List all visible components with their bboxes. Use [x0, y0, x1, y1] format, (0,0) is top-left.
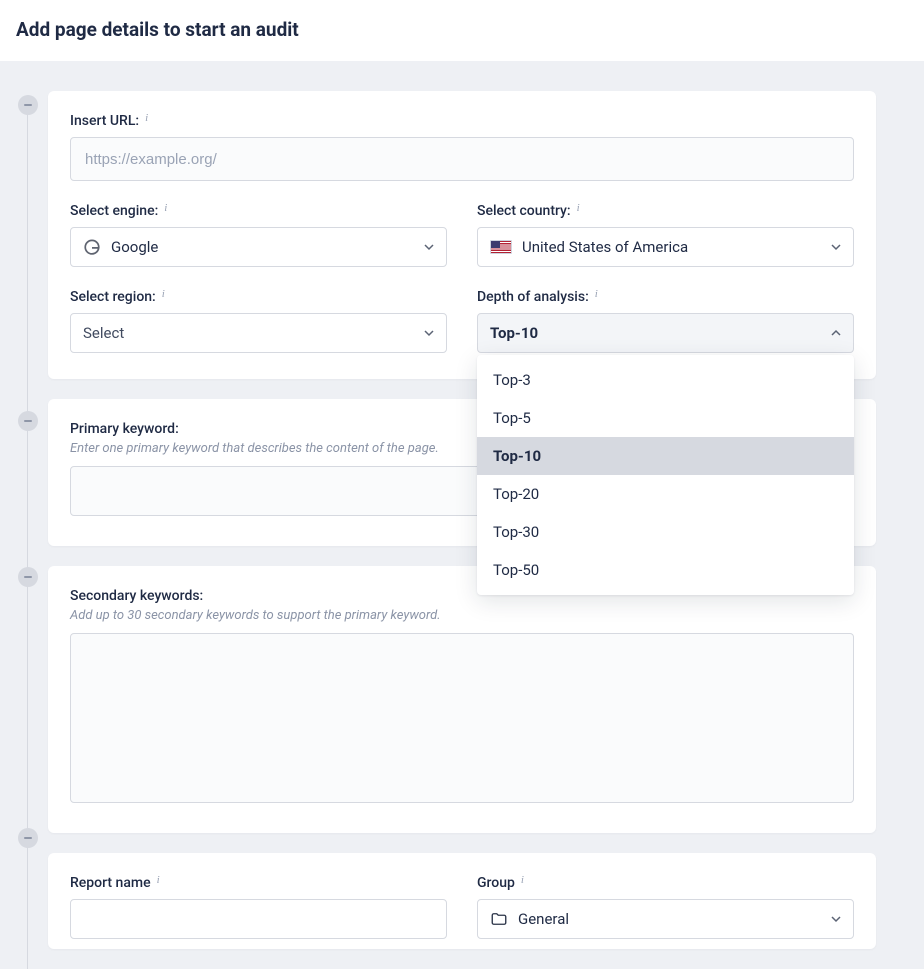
step-dot-2	[18, 411, 38, 431]
report-name-label: Report name i	[70, 875, 447, 891]
info-icon[interactable]: i	[145, 112, 148, 124]
depth-dropdown: Top-3Top-5Top-10Top-20Top-30Top-50	[477, 355, 854, 595]
page-title: Add page details to start an audit	[16, 18, 908, 41]
group-select[interactable]: General	[477, 899, 854, 939]
url-label-text: Insert URL:	[70, 113, 139, 129]
secondary-keywords-caption: Add up to 30 secondary keywords to suppo…	[70, 608, 854, 623]
step-dot-3	[18, 567, 38, 587]
chevron-down-icon	[831, 914, 841, 924]
group-value: General	[518, 910, 569, 928]
engine-select[interactable]: Google	[70, 227, 447, 267]
country-label: Select country: i	[477, 203, 854, 219]
folder-icon	[490, 910, 508, 928]
info-icon[interactable]: i	[157, 874, 160, 886]
url-input[interactable]	[70, 137, 854, 181]
info-icon[interactable]: i	[577, 202, 580, 214]
info-icon[interactable]: i	[162, 288, 165, 300]
region-label: Select region: i	[70, 289, 447, 305]
engine-label-text: Select engine:	[70, 203, 158, 219]
card-secondary-keywords: Secondary keywords: Add up to 30 seconda…	[48, 566, 876, 833]
country-label-text: Select country:	[477, 203, 571, 219]
region-value: Select	[83, 324, 124, 342]
region-label-text: Select region:	[70, 289, 156, 305]
engine-value: Google	[111, 238, 158, 256]
report-name-label-text: Report name	[70, 875, 151, 891]
info-icon[interactable]: i	[521, 874, 524, 886]
country-select[interactable]: United States of America	[477, 227, 854, 267]
depth-option[interactable]: Top-50	[477, 551, 854, 589]
depth-label-text: Depth of analysis:	[477, 289, 589, 305]
group-label-text: Group	[477, 875, 515, 891]
depth-option[interactable]: Top-30	[477, 513, 854, 551]
secondary-keywords-input[interactable]	[70, 633, 854, 803]
country-value: United States of America	[522, 238, 688, 256]
step-dot-1	[18, 95, 38, 115]
info-icon[interactable]: i	[595, 288, 598, 300]
info-icon[interactable]: i	[164, 202, 167, 214]
depth-select[interactable]: Top-10	[477, 313, 854, 353]
url-label: Insert URL: i	[70, 113, 854, 129]
depth-value: Top-10	[490, 324, 538, 342]
depth-option[interactable]: Top-3	[477, 361, 854, 399]
step-dot-4	[18, 828, 38, 848]
chevron-down-icon	[831, 242, 841, 252]
group-label: Group i	[477, 875, 854, 891]
secondary-keywords-label-text: Secondary keywords:	[70, 588, 203, 604]
depth-option[interactable]: Top-10	[477, 437, 854, 475]
step-timeline	[18, 91, 38, 969]
chevron-down-icon	[424, 328, 434, 338]
chevron-up-icon	[831, 328, 841, 338]
report-name-input[interactable]	[70, 899, 447, 939]
us-flag-icon	[490, 240, 512, 254]
google-icon	[83, 238, 101, 256]
card-report-meta: Report name i Group i Gene	[48, 853, 876, 949]
depth-option[interactable]: Top-5	[477, 399, 854, 437]
chevron-down-icon	[424, 242, 434, 252]
engine-label: Select engine: i	[70, 203, 447, 219]
card-page-setup: Insert URL: i Select engine: i Google	[48, 91, 876, 379]
depth-label: Depth of analysis: i	[477, 289, 854, 305]
region-select[interactable]: Select	[70, 313, 447, 353]
depth-option[interactable]: Top-20	[477, 475, 854, 513]
primary-keyword-label-text: Primary keyword:	[70, 421, 179, 437]
